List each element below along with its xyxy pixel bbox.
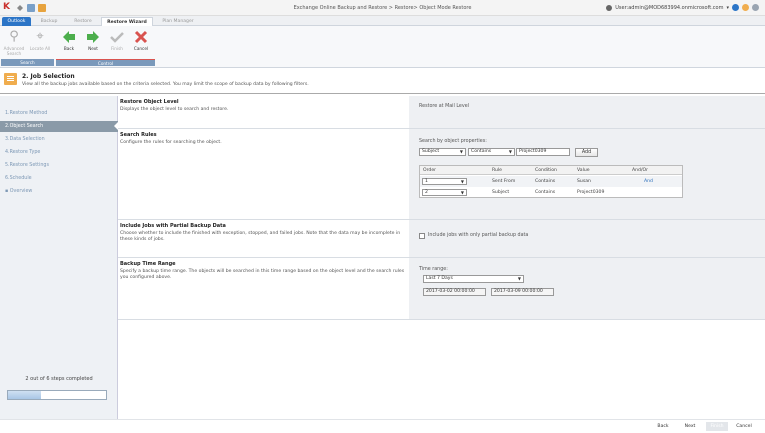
search-condition-select[interactable]: Contains ▼ (468, 148, 515, 156)
step-schedule[interactable]: 6.Schedule (0, 173, 118, 184)
search-field-select[interactable]: Subject ▼ (419, 148, 466, 156)
time-range-select[interactable]: Last 7 Days ▼ (423, 275, 524, 283)
progress-text: 2 out of 6 steps completed (25, 376, 93, 382)
step-overview[interactable]: ▪ Overview (0, 186, 118, 197)
user-area: User:admin@MOD683994.onmicrosoft.com ▾ (606, 4, 759, 11)
tab-restore-wizard[interactable]: Restore Wizard (101, 17, 153, 26)
next-arrow-icon (86, 30, 100, 44)
title-bar: K Exchange Online Backup and Restore > R… (0, 0, 765, 16)
add-rule-button[interactable]: Add (575, 148, 598, 157)
ribbon: ⚲ Advanced Search ⌖ Locate All Back Next… (0, 26, 765, 68)
search-value-input[interactable]: Project0309 (516, 148, 570, 156)
user-name[interactable]: User:admin@MOD683994.onmicrosoft.com (615, 5, 723, 11)
step-restore-type[interactable]: 4.Restore Type (0, 147, 118, 158)
chevron-down-icon: ▼ (459, 149, 463, 154)
partial-jobs-section: Include Jobs with Partial Backup Data Ch… (118, 220, 765, 258)
advanced-search-icon: ⚲ (9, 29, 19, 44)
step-restore-method[interactable]: 1.Restore Method (0, 108, 118, 119)
cancel-x-icon (134, 30, 148, 44)
time-range-from[interactable]: 2017-03-02 00:00:00 (423, 288, 486, 296)
time-range-desc: Specify a backup time range. The objects… (120, 269, 405, 280)
and-or-link[interactable]: And (644, 177, 653, 186)
tab-plan-manager[interactable]: Plan Manager (156, 17, 200, 26)
search-rules-section: Search Rules Configure the rules for sea… (118, 129, 765, 220)
col-and-or: And/Or (632, 168, 649, 173)
restore-level-desc: Displays the object level to search and … (120, 107, 229, 112)
search-by-props-label: Search by object properties: (419, 139, 487, 144)
time-range-title: Backup Time Range (120, 261, 176, 267)
time-range-label: Time range: (419, 267, 448, 272)
finish-check-icon (110, 30, 124, 44)
table-row[interactable]: 1 ▼ Sent From Contains Susan And (420, 176, 682, 187)
partial-jobs-checkbox[interactable] (419, 233, 425, 239)
tab-restore[interactable]: Restore (67, 17, 99, 26)
control-group-label: Control (56, 59, 155, 66)
footer-finish-button[interactable]: Finish (706, 422, 728, 431)
chevron-down-icon: ▼ (460, 179, 464, 184)
chevron-down-icon: ▼ (460, 190, 464, 195)
next-button[interactable]: Next (82, 28, 104, 57)
wizard-footer: Back Next Finish Cancel (0, 419, 765, 433)
partial-jobs-desc: Choose whether to include the finished w… (120, 231, 401, 242)
rules-table-header: Order Rule Condition Value And/Or (420, 166, 682, 175)
user-menu-chevron-icon[interactable]: ▾ (726, 5, 729, 11)
refresh-icon[interactable] (732, 4, 739, 11)
step-restore-settings[interactable]: 5.Restore Settings (0, 160, 118, 171)
restore-level-title: Restore Object Level (120, 99, 179, 105)
col-value: Value (577, 168, 590, 173)
partial-jobs-checkbox-label[interactable]: Include jobs with only partial backup da… (428, 233, 528, 238)
main-content: Restore Object Level Displays the object… (118, 96, 765, 419)
user-icon (606, 4, 613, 11)
rules-table: Order Rule Condition Value And/Or 1 ▼ Se… (419, 165, 683, 198)
settings-icon[interactable] (752, 4, 759, 11)
restore-level-value: Restore at Mail Level (419, 104, 470, 109)
smiley-icon[interactable] (742, 4, 749, 11)
footer-next-button[interactable]: Next (679, 422, 701, 431)
back-button[interactable]: Back (58, 28, 80, 57)
col-rule: Rule (492, 168, 502, 173)
page-header: 2. Job Selection View all the backup job… (0, 68, 765, 94)
page-title: 2. Job Selection (22, 73, 75, 80)
rule-order-select[interactable]: 1 ▼ (422, 178, 467, 185)
tab-outlook[interactable]: Outlook (2, 17, 31, 26)
restore-level-section: Restore Object Level Displays the object… (118, 96, 765, 129)
chevron-down-icon: ▼ (508, 149, 512, 154)
wizard-steps: 1.Restore Method 2.Object Search 3.Data … (0, 96, 119, 433)
progress-bar (7, 390, 107, 400)
search-rules-desc: Configure the rules for searching the ob… (120, 140, 222, 145)
search-group-label: Search (1, 59, 54, 66)
back-arrow-icon (62, 30, 76, 44)
footer-back-button[interactable]: Back (652, 422, 674, 431)
search-rules-title: Search Rules (120, 132, 157, 138)
time-range-section: Backup Time Range Specify a backup time … (118, 258, 765, 320)
chevron-down-icon: ▼ (517, 276, 521, 281)
finish-button[interactable]: Finish (106, 28, 128, 57)
step-object-search[interactable]: 2.Object Search (0, 121, 119, 132)
ribbon-tabs: Outlook Backup Restore Restore Wizard Pl… (0, 16, 765, 26)
progress-bar-fill (8, 391, 41, 399)
locate-all-icon: ⌖ (36, 29, 44, 44)
tab-backup[interactable]: Backup (35, 17, 63, 26)
page-description: View all the backup jobs available based… (22, 82, 309, 87)
rule-order-select[interactable]: 2 ▼ (422, 189, 467, 196)
partial-jobs-title: Include Jobs with Partial Backup Data (120, 223, 226, 229)
col-condition: Condition (535, 168, 557, 173)
cancel-button[interactable]: Cancel (130, 28, 152, 57)
time-range-to[interactable]: 2017-03-09 00:00:00 (491, 288, 554, 296)
footer-cancel-button[interactable]: Cancel (732, 422, 756, 431)
locate-all-button[interactable]: ⌖ Locate All (29, 28, 51, 57)
col-order: Order (423, 168, 437, 173)
table-row[interactable]: 2 ▼ Subject Contains Project0309 (420, 187, 682, 198)
job-selection-icon (4, 73, 17, 85)
step-data-selection[interactable]: 3.Data Selection (0, 134, 118, 145)
advanced-search-button[interactable]: ⚲ Advanced Search (3, 28, 25, 57)
